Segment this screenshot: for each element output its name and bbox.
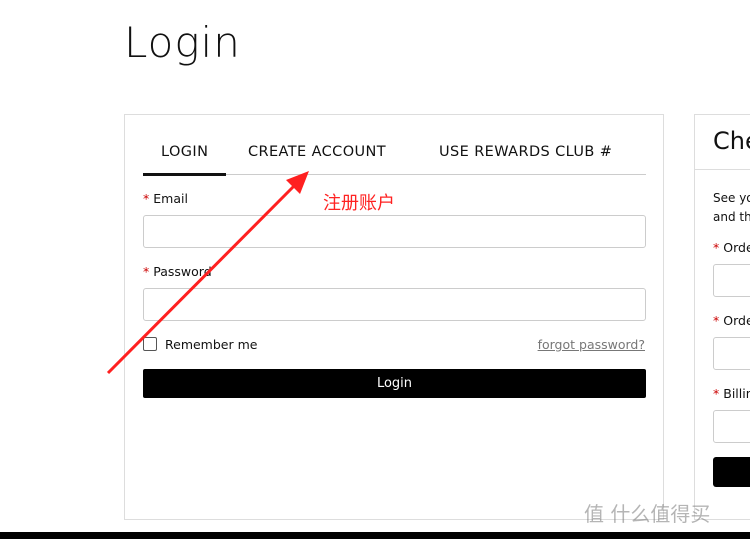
watermark: 值 什么值得买 [584,502,711,526]
bottom-bar [0,532,750,539]
annotation-arrow [106,171,309,375]
arrow-shaft [106,182,298,375]
annotation-text: 注册账户 [323,193,395,214]
